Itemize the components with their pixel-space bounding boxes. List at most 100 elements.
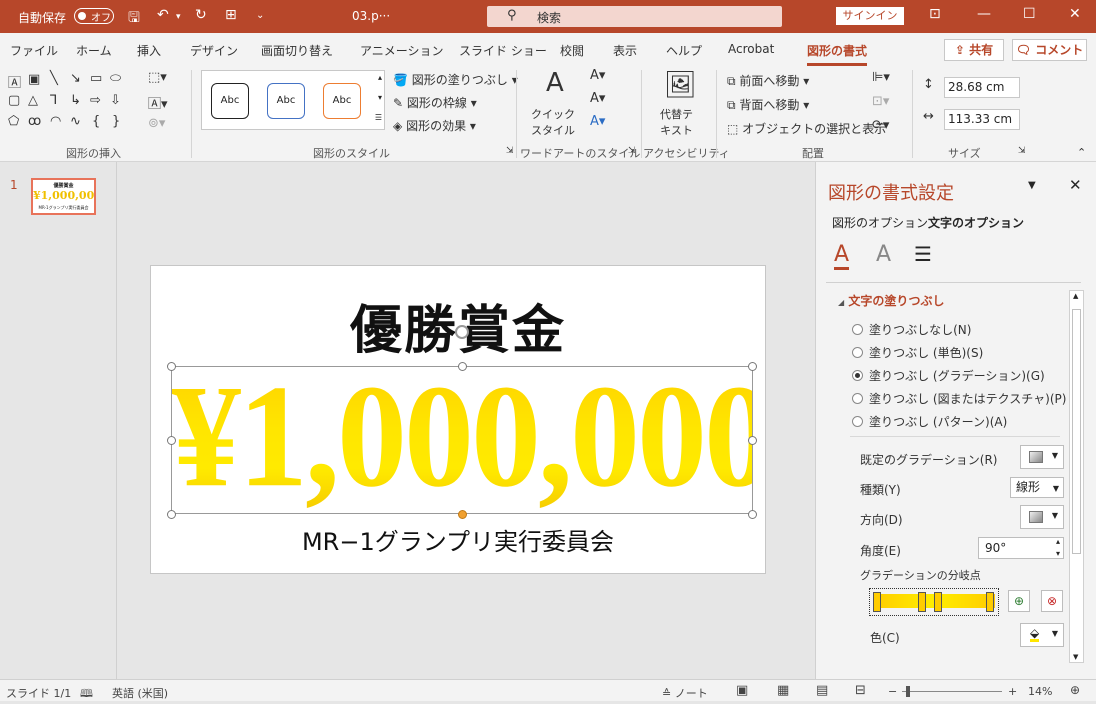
radio-picture-fill[interactable]: 塗りつぶし (図またはテクスチャ)(P) <box>852 390 1066 407</box>
tab-help[interactable]: ヘルプ <box>666 42 702 59</box>
text-fill-icon[interactable]: A▾ <box>590 68 605 83</box>
style-sample-3[interactable]: Abc <box>323 83 361 119</box>
gradient-stop-marker[interactable] <box>918 592 926 612</box>
curve-icon[interactable]: ∿ <box>70 114 81 129</box>
undo-icon[interactable]: ↶ <box>157 7 169 23</box>
radio-solid-fill[interactable]: 塗りつぶし (単色)(S) <box>852 344 983 361</box>
signin-button[interactable]: サインイン <box>836 7 904 25</box>
undo-dropdown-icon[interactable]: ▾ <box>176 12 181 22</box>
radio-gradient-fill[interactable]: 塗りつぶし (グラデーション)(G) <box>852 367 1045 384</box>
arrow-line-icon[interactable]: ↘ <box>70 71 81 86</box>
style-sample-2[interactable]: Abc <box>267 83 305 119</box>
slide-thumbnail[interactable]: 優勝賞金 ¥1,000,000 MR-1グランプリ実行委員会 <box>31 178 96 215</box>
add-stop-icon[interactable]: ⊕ <box>1008 590 1030 612</box>
height-input[interactable]: 28.68 cm <box>944 77 1020 98</box>
shape-styles-launcher-icon[interactable]: ⇲ <box>506 146 514 156</box>
vertical-textbox-icon[interactable]: ▣ <box>28 72 40 87</box>
align-icon[interactable]: ⊫▾ <box>872 70 890 85</box>
rotate-icon[interactable]: ⟳▾ <box>872 118 889 133</box>
triangle-icon[interactable]: △ <box>28 93 38 108</box>
comment-button[interactable]: 🗨 コメント <box>1012 39 1087 61</box>
tab-animations[interactable]: アニメーション <box>360 42 444 59</box>
tab-review[interactable]: 校閲 <box>560 42 584 59</box>
organizer-text[interactable]: MR−1グランプリ実行委員会 <box>151 522 765 557</box>
save-icon[interactable]: 🖫 <box>128 7 140 31</box>
notes-button[interactable]: ≙ ノート <box>662 685 708 701</box>
quick-style-icon[interactable]: A <box>546 68 564 98</box>
close-window-icon[interactable]: ✕ <box>1069 6 1081 22</box>
text-fill-outline-icon[interactable]: A <box>834 242 850 270</box>
share-button[interactable]: ⇪ 共有 <box>944 39 1004 61</box>
edit-shape-icon[interactable]: ⬚▾ <box>148 70 167 85</box>
color-dropdown[interactable]: ⬙ ▼ <box>1020 623 1064 647</box>
type-dropdown[interactable]: 線形 ▼ <box>1010 477 1064 498</box>
ribbon-display-icon[interactable]: ⊡ <box>929 6 941 22</box>
bring-forward-button[interactable]: ⧉ 前面へ移動 ▾ <box>727 72 809 89</box>
alt-text-label[interactable]: 代替テ キスト <box>660 106 693 138</box>
direction-dropdown[interactable]: ▼ <box>1020 505 1064 529</box>
resize-handle[interactable] <box>748 510 757 519</box>
radio-pattern-fill[interactable]: 塗りつぶし (パターン)(A) <box>852 413 1007 430</box>
gradient-stops-bar[interactable] <box>869 588 999 616</box>
shape-fill-button[interactable]: 🪣 図形の塗りつぶし ▾ <box>393 71 518 88</box>
textbox-insert-icon[interactable]: 🄰▾ <box>148 93 168 112</box>
minimize-icon[interactable]: — <box>977 6 991 22</box>
tab-shape-format[interactable]: 図形の書式 <box>807 42 868 66</box>
tab-shape-options[interactable]: 図形のオプション <box>832 214 928 231</box>
rectangle-icon[interactable]: ▭ <box>90 71 102 86</box>
tab-acrobat[interactable]: Acrobat <box>728 42 774 56</box>
shape-effect-button[interactable]: ◈ 図形の効果 ▾ <box>393 117 476 134</box>
reading-view-icon[interactable]: ▤ <box>816 683 828 698</box>
slideshow-view-icon[interactable]: ⊟ <box>855 683 866 698</box>
gallery-scroll-down-icon[interactable]: ▾ <box>378 93 382 102</box>
tab-home[interactable]: ホーム <box>76 42 112 59</box>
zoom-slider-track[interactable] <box>902 691 1002 692</box>
alt-text-icon[interactable]: 🖼 <box>664 70 697 100</box>
freeform-icon[interactable]: ⬠ <box>8 114 19 129</box>
line-icon[interactable]: ╲ <box>50 71 58 86</box>
gradient-stop-marker[interactable] <box>986 592 994 612</box>
tab-design[interactable]: デザイン <box>190 42 238 59</box>
scroll-down-icon[interactable]: ▼ <box>1073 653 1078 661</box>
resize-handle[interactable] <box>748 362 757 371</box>
zoom-out-icon[interactable]: − <box>888 685 897 698</box>
gallery-scroll-up-icon[interactable]: ▴ <box>378 73 382 82</box>
arc-icon[interactable]: ◠ <box>50 114 61 129</box>
rotation-handle-icon[interactable] <box>455 325 469 339</box>
size-launcher-icon[interactable]: ⇲ <box>1018 146 1026 156</box>
maximize-icon[interactable]: ☐ <box>1023 6 1036 22</box>
tab-view[interactable]: 表示 <box>613 42 637 59</box>
slide[interactable]: 優勝賞金 ¥1,000,000 MR−1グランプリ実行委員会 <box>150 265 774 574</box>
tab-file[interactable]: ファイル <box>10 42 58 59</box>
down-arrow-icon[interactable]: ⇩ <box>110 93 121 108</box>
customize-toolbar-icon[interactable]: ⌄ <box>256 10 264 21</box>
normal-view-icon[interactable]: ▣ <box>736 683 748 698</box>
search-box[interactable]: ⚲ 検索 <box>487 6 782 27</box>
scribble-icon[interactable]: ꝏ <box>28 114 41 129</box>
style-sample-1[interactable]: Abc <box>211 83 249 119</box>
radio-no-fill[interactable]: 塗りつぶしなし(N) <box>852 321 971 338</box>
gradient-stop-marker[interactable] <box>873 592 881 612</box>
resize-handle[interactable] <box>167 362 176 371</box>
zoom-in-icon[interactable]: + <box>1008 685 1017 698</box>
elbow-connector-icon[interactable]: ⅂ <box>50 93 57 108</box>
oval-icon[interactable]: ⬭ <box>110 71 121 86</box>
tab-transitions[interactable]: 画面切り替え <box>261 42 333 59</box>
pane-options-icon[interactable]: ▼ <box>1028 180 1036 191</box>
textbox-icon[interactable]: 🄰 <box>8 72 21 91</box>
shape-styles-gallery[interactable]: Abc Abc Abc ▴ ▾ ☰ <box>201 70 385 130</box>
adjust-handle[interactable] <box>458 510 467 519</box>
section-text-fill[interactable]: ◢ 文字の塗りつぶし <box>838 292 944 309</box>
zoom-level[interactable]: 14% <box>1028 685 1052 698</box>
tab-insert[interactable]: 挿入 <box>137 42 161 59</box>
fit-to-window-icon[interactable]: ⊕ <box>1070 683 1080 697</box>
gradient-stop-marker[interactable] <box>934 592 942 612</box>
spellcheck-icon[interactable]: 🕮 <box>80 685 93 704</box>
slideshow-icon[interactable]: ⊞ <box>225 7 237 23</box>
gallery-expand-icon[interactable]: ☰ <box>375 113 382 122</box>
elbow-arrow-icon[interactable]: ↳ <box>70 93 81 108</box>
pane-close-icon[interactable]: ✕ <box>1069 176 1082 194</box>
preset-gradient-dropdown[interactable]: ▼ <box>1020 445 1064 469</box>
wordart-launcher-icon[interactable]: ⇲ <box>628 146 636 156</box>
zoom-slider-thumb[interactable] <box>906 686 910 697</box>
